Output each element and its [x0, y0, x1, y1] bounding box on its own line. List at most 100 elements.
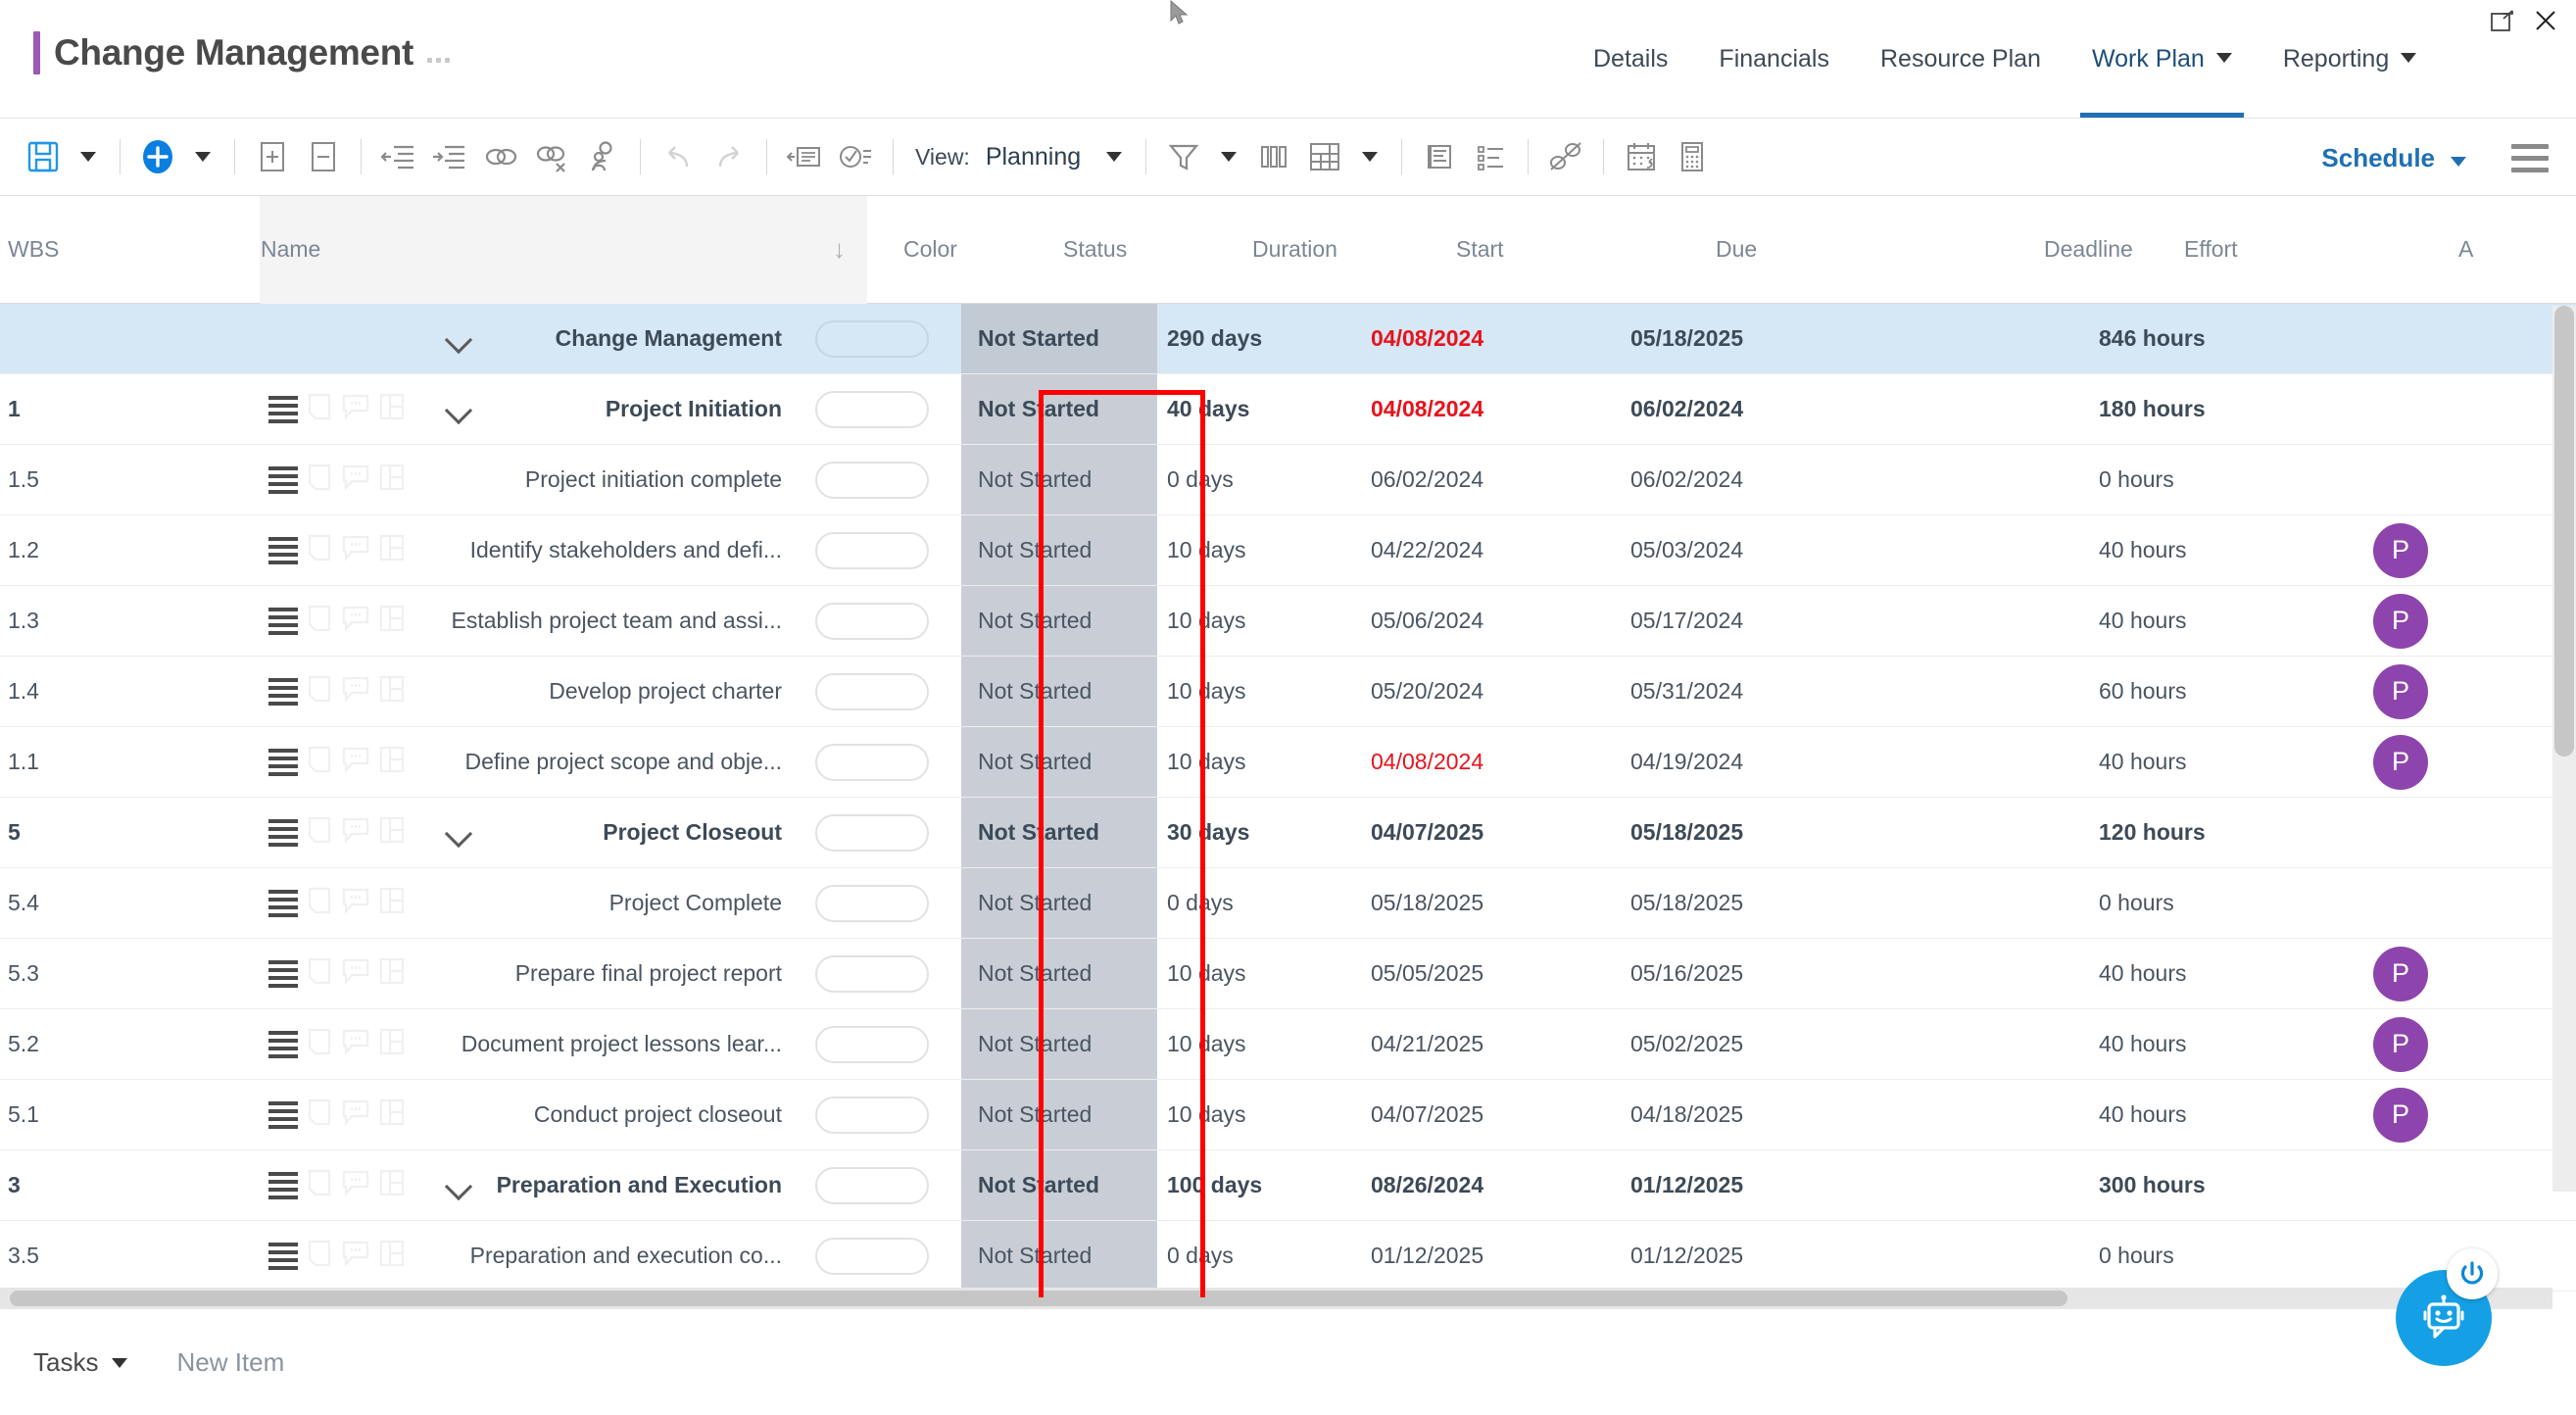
outdent-icon[interactable] [373, 131, 424, 182]
drag-handle-icon[interactable] [260, 445, 307, 514]
tab-financials[interactable]: Financials [1693, 37, 1855, 118]
comment-icon[interactable] [342, 605, 369, 638]
color-swatch-pill[interactable] [814, 1237, 929, 1275]
filter-caret-icon[interactable] [1209, 131, 1248, 182]
column-header-color[interactable]: Color [867, 196, 1046, 304]
drag-handle-icon[interactable] [260, 304, 307, 373]
outline-list-icon[interactable] [1465, 131, 1516, 182]
color-swatch-pill[interactable] [814, 1166, 929, 1204]
layout-icon[interactable] [379, 957, 405, 991]
drag-handle-icon[interactable] [260, 657, 307, 726]
note-icon[interactable] [307, 1169, 332, 1202]
note-icon[interactable] [307, 1098, 332, 1132]
close-window-icon[interactable] [2533, 8, 2558, 33]
align-list-icon[interactable] [1414, 131, 1465, 182]
table-row[interactable]: 3.5 Preparation and execution co... Not St… [0, 1221, 2576, 1292]
tab-reporting[interactable]: Reporting [2258, 37, 2442, 118]
layout-icon[interactable] [379, 1098, 405, 1132]
column-header-deadline[interactable]: Deadline [2044, 196, 2184, 304]
chevron-down-icon[interactable] [2215, 53, 2232, 63]
layout-icon[interactable] [379, 464, 405, 497]
drag-handle-icon[interactable] [260, 798, 307, 867]
drag-handle-icon[interactable] [260, 1150, 307, 1220]
collapse-minus-box-icon[interactable] [298, 131, 349, 182]
column-header-duration[interactable]: Duration [1242, 196, 1456, 304]
link-tasks-icon[interactable] [475, 131, 526, 182]
cell-color[interactable] [782, 586, 961, 656]
drag-handle-icon[interactable] [260, 1009, 307, 1079]
tab-resource-plan[interactable]: Resource Plan [1855, 37, 2066, 118]
drag-handle-icon[interactable] [260, 939, 307, 1008]
note-icon[interactable] [307, 746, 332, 779]
expand-chevron-icon[interactable] [410, 939, 508, 1008]
table-row[interactable]: 5.2 Document project lessons lear... Not S… [0, 1009, 2576, 1080]
cell-color[interactable] [782, 1080, 961, 1149]
add-options-caret-icon[interactable] [183, 131, 222, 182]
table-row[interactable]: 1 Project Initiation Not Started 40 days 04/… [0, 374, 2576, 445]
cell-color[interactable] [782, 727, 961, 797]
table-row[interactable]: 5.4 Project Complete Not Started 0 days 05/1… [0, 868, 2576, 939]
cell-color[interactable] [782, 1221, 961, 1291]
table-row[interactable]: 1.1 Define project scope and obje... Not S… [0, 727, 2576, 798]
layout-icon[interactable] [379, 816, 405, 850]
note-icon[interactable] [307, 393, 332, 426]
expand-chevron-icon[interactable] [410, 657, 508, 726]
redo-icon[interactable] [704, 131, 754, 182]
comment-icon[interactable] [342, 957, 369, 991]
tasks-dropdown-label[interactable]: Tasks [33, 1347, 98, 1378]
cell-color[interactable] [782, 798, 961, 867]
expand-chevron-icon[interactable] [410, 445, 508, 514]
table-row[interactable]: 5.1 Conduct project closeout Not Started 10… [0, 1080, 2576, 1150]
checklist-icon[interactable] [830, 131, 881, 182]
calculator-icon[interactable] [1667, 131, 1718, 182]
restore-window-icon[interactable] [2490, 8, 2515, 33]
cell-color[interactable] [782, 445, 961, 514]
grid-layout-icon[interactable] [1299, 131, 1350, 182]
cell-color[interactable] [782, 374, 961, 444]
layout-icon[interactable] [379, 675, 405, 708]
comment-icon[interactable] [342, 1169, 369, 1202]
color-swatch-pill[interactable] [814, 954, 929, 993]
view-caret-icon[interactable] [1094, 131, 1134, 182]
color-swatch-pill[interactable] [814, 461, 929, 499]
hamburger-menu-icon[interactable] [2502, 136, 2558, 180]
calendar-revert-icon[interactable] [1616, 131, 1667, 182]
column-header-effort[interactable]: Effort [2184, 196, 2458, 304]
note-icon[interactable] [307, 887, 332, 920]
comment-icon[interactable] [342, 746, 369, 779]
avatar[interactable]: P [2373, 593, 2428, 649]
drag-handle-icon[interactable] [260, 1221, 307, 1291]
note-icon[interactable] [307, 534, 332, 567]
layout-icon[interactable] [379, 1028, 405, 1061]
schedule-caret-icon[interactable] [2451, 157, 2466, 167]
expand-chevron-icon[interactable] [410, 1150, 508, 1220]
note-icon[interactable] [307, 1240, 332, 1273]
cell-color[interactable] [782, 1150, 961, 1220]
color-swatch-pill[interactable] [814, 1025, 929, 1063]
cell-color[interactable] [782, 868, 961, 938]
drag-handle-icon[interactable] [260, 1080, 307, 1149]
expand-chevron-icon[interactable] [410, 1080, 508, 1149]
color-swatch-pill[interactable] [814, 813, 929, 852]
column-header-assigned[interactable]: A [2458, 196, 2547, 304]
undo-icon[interactable] [653, 131, 704, 182]
cell-color[interactable] [782, 1009, 961, 1079]
table-row[interactable]: 1.5 Project initiation complete Not Starte… [0, 445, 2576, 515]
schedule-button-label[interactable]: Schedule [2321, 143, 2435, 173]
table-row[interactable]: 1.3 Establish project team and assi... Not… [0, 586, 2576, 657]
comment-icon[interactable] [342, 464, 369, 497]
tasks-caret-icon[interactable] [112, 1357, 128, 1368]
layout-icon[interactable] [379, 534, 405, 567]
drag-handle-icon[interactable] [260, 727, 307, 797]
vertical-scrollbar[interactable] [2552, 306, 2576, 1192]
ellipsis-icon[interactable] [427, 57, 451, 63]
unlink-tasks-icon[interactable] [526, 131, 577, 182]
color-swatch-pill[interactable] [814, 884, 929, 922]
color-swatch-pill[interactable] [814, 672, 929, 710]
cell-color[interactable] [782, 657, 961, 726]
avatar[interactable]: P [2373, 522, 2428, 578]
view-select-value[interactable]: Planning [986, 143, 1081, 171]
columns-icon[interactable] [1248, 131, 1299, 182]
comment-icon[interactable] [342, 675, 369, 708]
avatar[interactable]: P [2373, 1016, 2428, 1072]
